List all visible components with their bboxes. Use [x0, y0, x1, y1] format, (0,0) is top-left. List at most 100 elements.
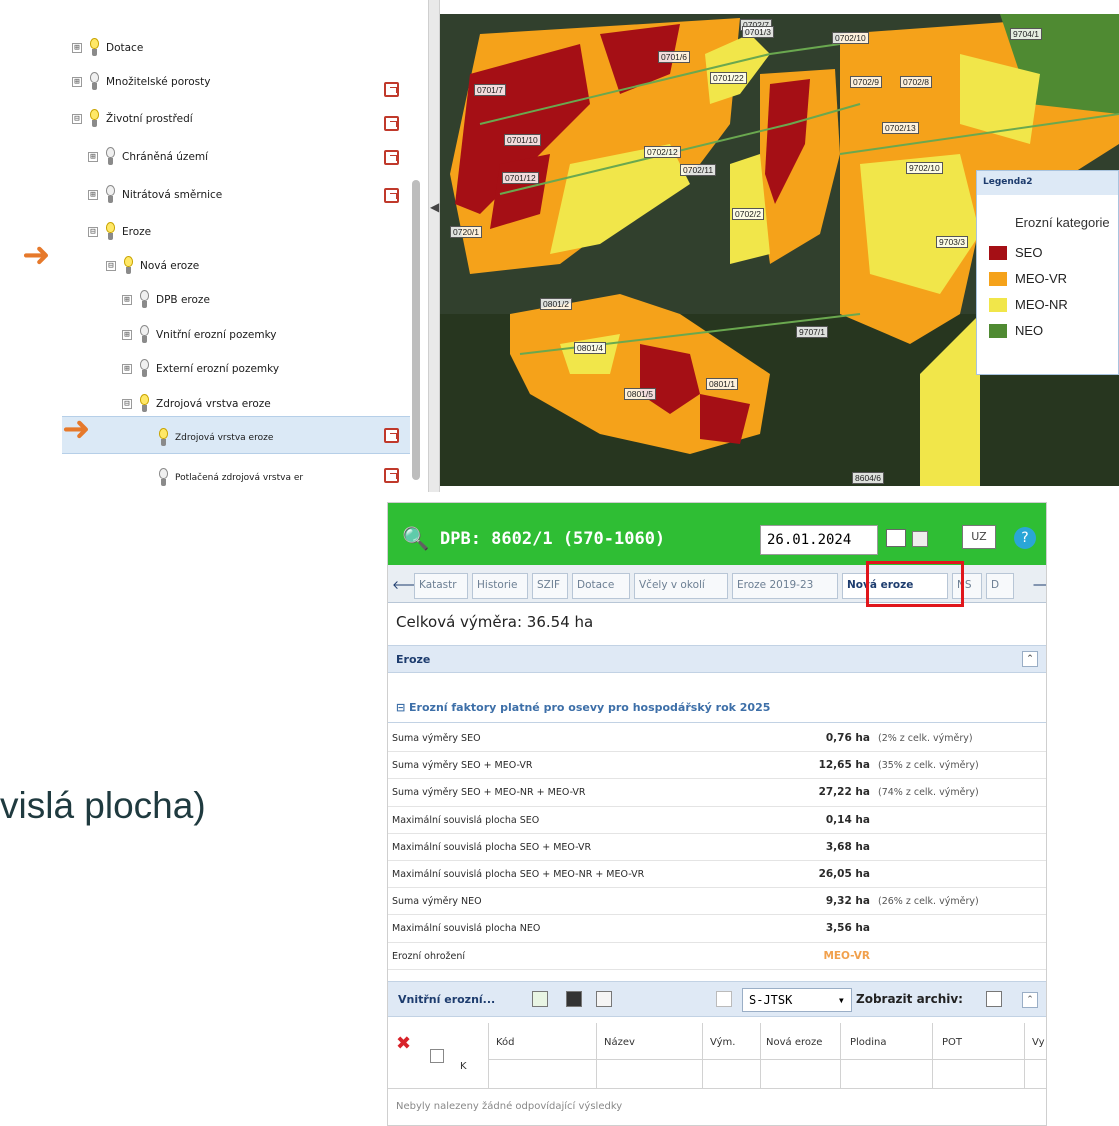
- parcel-label[interactable]: 9704/1: [1010, 28, 1042, 40]
- lightbulb-icon[interactable]: [123, 256, 134, 276]
- parcel-label[interactable]: 9702/10: [906, 162, 943, 174]
- grid-collapse-icon[interactable]: ⌃: [1022, 992, 1038, 1008]
- tree-item[interactable]: ⊞ Chráněná území: [88, 145, 208, 169]
- subsection-header[interactable]: ⊟ Erozní faktory platné pro osevy pro ho…: [388, 689, 1046, 723]
- collapse-icon[interactable]: ⊟: [122, 399, 132, 409]
- collapse-arrow-icon[interactable]: ◀: [430, 200, 439, 214]
- lightbulb-icon[interactable]: [158, 468, 169, 488]
- attribute-table-icon[interactable]: [384, 116, 399, 131]
- attribute-table-icon[interactable]: [384, 188, 399, 203]
- tree-item[interactable]: ⊞ Nitrátová směrnice: [88, 183, 222, 207]
- column-header[interactable]: POT: [942, 1037, 962, 1048]
- expand-icon[interactable]: ⊞: [122, 330, 132, 340]
- tree-item[interactable]: ⊞ Množitelské porosty: [72, 70, 210, 94]
- lightbulb-icon[interactable]: [139, 394, 150, 414]
- expand-icon[interactable]: ⊞: [88, 152, 98, 162]
- lightbulb-icon[interactable]: [158, 428, 169, 448]
- lightbulb-icon[interactable]: [89, 109, 100, 129]
- tree-item[interactable]: ⊟ Zdrojová vrstva eroze: [122, 392, 271, 416]
- section-header-eroze[interactable]: Eroze ⌃: [388, 645, 1046, 673]
- parcel-label[interactable]: 0702/8: [900, 76, 932, 88]
- attribute-table-icon[interactable]: [384, 82, 399, 97]
- tab[interactable]: Historie: [472, 573, 528, 599]
- collapse-icon[interactable]: ⌃: [1022, 651, 1038, 667]
- parcel-label[interactable]: 0701/6: [658, 51, 690, 63]
- parcel-label[interactable]: 0801/2: [540, 298, 572, 310]
- parcel-label[interactable]: 8604/6: [852, 472, 884, 484]
- parcel-label[interactable]: 0701/12: [502, 172, 539, 184]
- lightbulb-icon[interactable]: [139, 325, 150, 345]
- parcel-label[interactable]: 0701/7: [474, 84, 506, 96]
- collapse-icon[interactable]: ⊟: [72, 114, 82, 124]
- tree-item[interactable]: ⊞ DPB eroze: [122, 288, 210, 312]
- column-header[interactable]: Název: [604, 1037, 635, 1048]
- tab[interactable]: Eroze 2019-23: [732, 573, 838, 599]
- collapse-icon[interactable]: ⊟: [106, 261, 116, 271]
- crs-select[interactable]: S-JTSK ▾: [742, 988, 852, 1012]
- date-input[interactable]: 26.01.2024: [760, 525, 878, 555]
- lightbulb-icon[interactable]: [89, 38, 100, 58]
- tree-item[interactable]: Potlačená zdrojová vrstva er: [158, 466, 303, 490]
- uz-button[interactable]: UZ: [962, 525, 996, 549]
- save-icon[interactable]: [566, 991, 582, 1007]
- tree-item[interactable]: ⊞ Dotace: [72, 36, 143, 60]
- lightbulb-icon[interactable]: [139, 290, 150, 310]
- select-all-checkbox[interactable]: [430, 1049, 444, 1063]
- expand-icon[interactable]: ⊞: [72, 43, 82, 53]
- tree-item[interactable]: ⊟ Nová eroze: [106, 254, 199, 278]
- parcel-label[interactable]: 0702/9: [850, 76, 882, 88]
- parcel-label[interactable]: 0720/1: [450, 226, 482, 238]
- parcel-label[interactable]: 0801/4: [574, 342, 606, 354]
- lightbulb-icon[interactable]: [105, 147, 116, 167]
- tree-scrollbar[interactable]: [412, 180, 420, 480]
- tabs-scroll-right-icon[interactable]: 🡒: [1032, 577, 1046, 592]
- dropdown-icon[interactable]: [716, 991, 732, 1007]
- parcel-label[interactable]: 0801/1: [706, 378, 738, 390]
- expand-icon[interactable]: ⊞: [72, 77, 82, 87]
- parcel-label[interactable]: 0701/3: [742, 26, 774, 38]
- parcel-label[interactable]: 0702/13: [882, 122, 919, 134]
- column-header[interactable]: Nová eroze: [766, 1037, 822, 1048]
- column-header[interactable]: Vým.: [710, 1037, 735, 1048]
- tree-item[interactable]: ⊞ Externí erozní pozemky: [122, 357, 279, 381]
- help-icon[interactable]: ?: [1014, 527, 1036, 549]
- tree-item[interactable]: ⊟ Eroze: [88, 220, 151, 244]
- panel-splitter[interactable]: ◀: [428, 0, 440, 492]
- lightbulb-icon[interactable]: [139, 359, 150, 379]
- tree-item[interactable]: ⊟ Životní prostředí: [72, 107, 193, 131]
- delete-icon[interactable]: ✖: [396, 1033, 411, 1054]
- lightbulb-icon[interactable]: [89, 72, 100, 92]
- attribute-table-icon[interactable]: [384, 150, 399, 165]
- parcel-label[interactable]: 0702/12: [644, 146, 681, 158]
- parcel-label[interactable]: 9703/3: [936, 236, 968, 248]
- attribute-table-icon[interactable]: [384, 468, 399, 483]
- calendar-icon[interactable]: [886, 529, 906, 547]
- parcel-label[interactable]: 0701/22: [710, 72, 747, 84]
- lightbulb-icon[interactable]: [105, 185, 116, 205]
- expand-icon[interactable]: ⊞: [122, 295, 132, 305]
- tab[interactable]: SZIF: [532, 573, 568, 599]
- parcel-label[interactable]: 0702/11: [680, 164, 717, 176]
- lightbulb-icon[interactable]: [105, 222, 116, 242]
- parcel-label[interactable]: 0801/5: [624, 388, 656, 400]
- collapse-icon[interactable]: ⊟: [88, 227, 98, 237]
- column-header[interactable]: Vy: [1032, 1037, 1045, 1048]
- tab[interactable]: Včely v okolí: [634, 573, 728, 599]
- excel-export-icon[interactable]: [532, 991, 548, 1007]
- tab[interactable]: D: [986, 573, 1014, 599]
- date-checkbox[interactable]: [912, 531, 928, 547]
- archive-checkbox[interactable]: [986, 991, 1002, 1007]
- tab[interactable]: Katastr: [414, 573, 468, 599]
- attribute-table-icon[interactable]: [384, 428, 399, 443]
- parcel-label[interactable]: 0702/2: [732, 208, 764, 220]
- map-icon[interactable]: [596, 991, 612, 1007]
- parcel-label[interactable]: 0702/10: [832, 32, 869, 44]
- search-icon[interactable]: 🔍: [402, 527, 429, 552]
- expand-icon[interactable]: ⊞: [122, 364, 132, 374]
- tab[interactable]: Dotace: [572, 573, 630, 599]
- parcel-label[interactable]: 9707/1: [796, 326, 828, 338]
- tree-item[interactable]: ⊞ Vnitřní erozní pozemky: [122, 323, 277, 347]
- parcel-label[interactable]: 0701/10: [504, 134, 541, 146]
- tree-item[interactable]: Zdrojová vrstva eroze: [158, 426, 273, 450]
- column-header[interactable]: Kód: [496, 1037, 515, 1048]
